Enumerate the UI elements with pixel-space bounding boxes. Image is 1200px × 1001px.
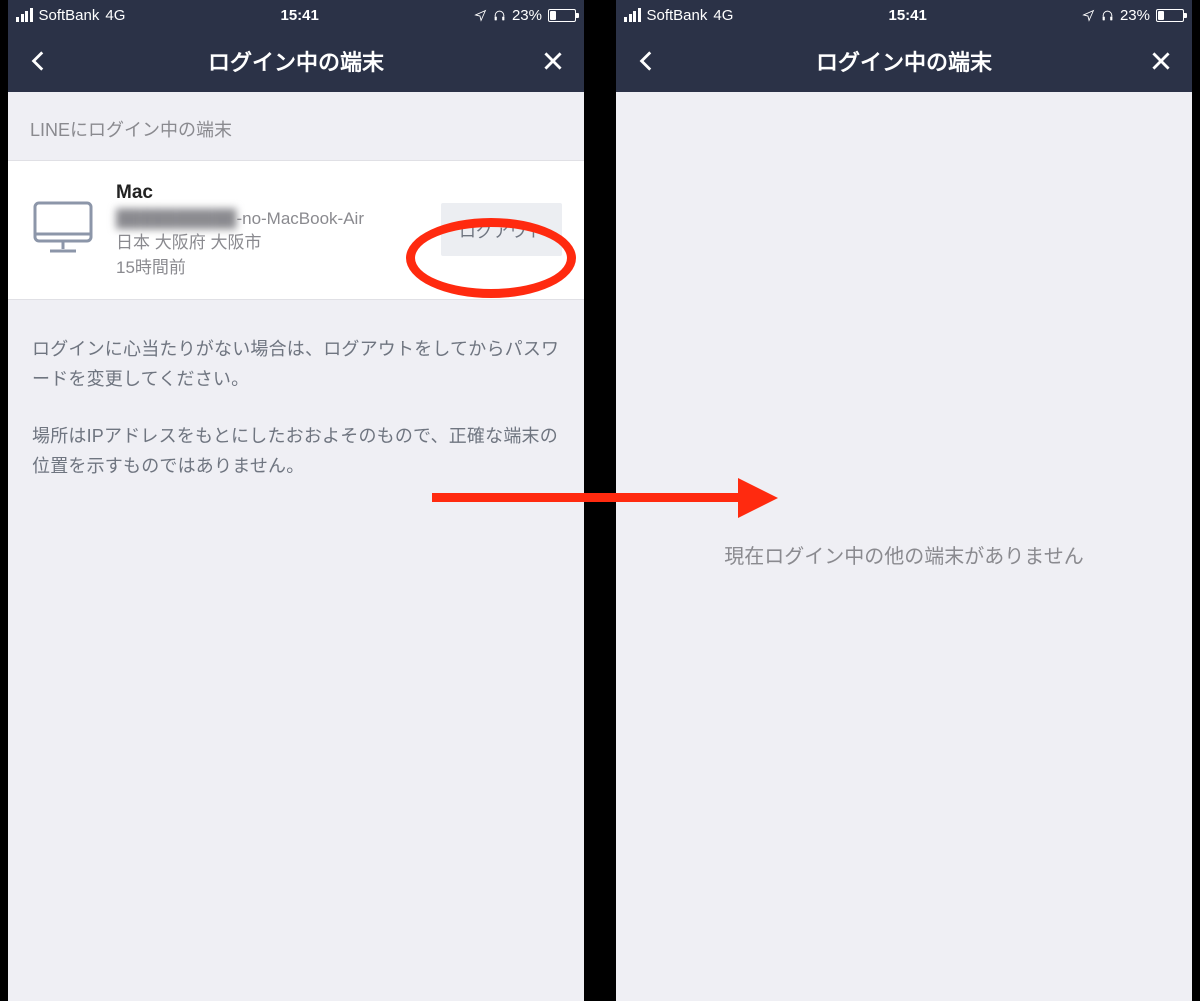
phone-before: SoftBank 4G 15:41 23% ログイン中の端末 LINEにログイン	[8, 0, 584, 1001]
battery-pct: 23%	[1120, 7, 1150, 24]
info-paragraph-2: 場所はIPアドレスをもとにしたおおよそのもので、正確な端末の位置を示すものではあ…	[32, 421, 560, 482]
desktop-icon	[30, 199, 96, 260]
clock: 15:41	[888, 7, 926, 24]
device-host: ██████████-no-MacBook-Air	[116, 207, 421, 232]
network-label: 4G	[105, 7, 125, 24]
back-button[interactable]	[26, 48, 52, 74]
device-host-suffix: -no-MacBook-Air	[236, 209, 364, 228]
nav-bar: ログイン中の端末	[8, 30, 584, 92]
status-bar: SoftBank 4G 15:41 23%	[616, 0, 1192, 30]
carrier-label: SoftBank	[647, 7, 708, 24]
location-icon	[1082, 9, 1095, 22]
info-text: ログインに心当たりがない場合は、ログアウトをしてからパスワードを変更してください…	[8, 300, 584, 482]
device-row: Mac ██████████-no-MacBook-Air 日本 大阪府 大阪市…	[8, 160, 584, 300]
device-meta: Mac ██████████-no-MacBook-Air 日本 大阪府 大阪市…	[116, 179, 421, 281]
close-button[interactable]	[540, 48, 566, 74]
device-time: 15時間前	[116, 256, 421, 281]
device-name: Mac	[116, 179, 421, 207]
status-bar: SoftBank 4G 15:41 23%	[8, 0, 584, 30]
device-location: 日本 大阪府 大阪市	[116, 231, 421, 256]
carrier-label: SoftBank	[39, 7, 100, 24]
close-button[interactable]	[1148, 48, 1174, 74]
battery-pct: 23%	[512, 7, 542, 24]
signal-icon	[16, 8, 33, 22]
battery-icon	[548, 9, 576, 22]
page-title: ログイン中の端末	[52, 45, 540, 77]
close-icon	[1148, 48, 1174, 74]
battery-icon	[1156, 9, 1184, 22]
location-icon	[474, 9, 487, 22]
section-label: LINEにログイン中の端末	[8, 92, 584, 160]
logout-button[interactable]: ログアウト	[441, 203, 562, 256]
signal-icon	[624, 8, 641, 22]
close-icon	[540, 48, 566, 74]
chevron-left-icon	[634, 48, 660, 74]
clock: 15:41	[280, 7, 318, 24]
headphones-icon	[1101, 9, 1114, 22]
info-paragraph-1: ログインに心当たりがない場合は、ログアウトをしてからパスワードを変更してください…	[32, 334, 560, 395]
chevron-left-icon	[26, 48, 52, 74]
nav-bar: ログイン中の端末	[616, 30, 1192, 92]
page-title: ログイン中の端末	[660, 45, 1148, 77]
phone-after: SoftBank 4G 15:41 23% ログイン中の端末 現在ログイン中の他…	[616, 0, 1192, 1001]
device-host-redacted: ██████████	[116, 207, 236, 232]
back-button[interactable]	[634, 48, 660, 74]
empty-state-message: 現在ログイン中の他の端末がありません	[616, 540, 1192, 569]
network-label: 4G	[713, 7, 733, 24]
headphones-icon	[493, 9, 506, 22]
